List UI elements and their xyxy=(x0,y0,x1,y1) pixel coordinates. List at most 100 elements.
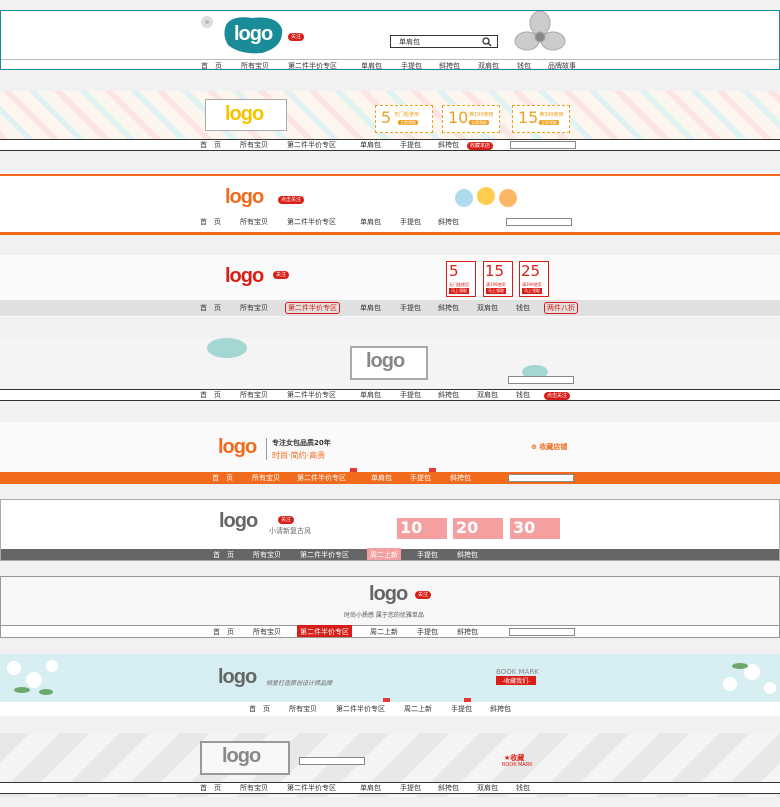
nav-brand-story[interactable]: 品牌故事 xyxy=(548,61,576,70)
nav-half-price[interactable]: 第二件半价专区 xyxy=(297,624,352,637)
nav-wallet[interactable]: 钱包 xyxy=(516,390,530,400)
nav-handbag[interactable]: 手提包 xyxy=(400,217,421,227)
nav-backpack[interactable]: 双肩包 xyxy=(477,783,498,793)
follow-button[interactable]: 关注 xyxy=(415,591,432,599)
nav-handbag[interactable]: 手提包 xyxy=(400,140,421,150)
coupon-3[interactable]: 15 满399使用 立即领取 xyxy=(512,105,570,133)
nav-tuesday-new[interactable]: 周二上新 xyxy=(404,704,432,714)
nav-handbag[interactable]: 手提包 xyxy=(451,704,472,714)
nav-half-price[interactable]: 第二件半价专区 xyxy=(287,217,336,227)
logo[interactable]: logo xyxy=(218,436,257,459)
nav-crossbody[interactable]: 斜挎包 xyxy=(450,473,471,483)
nav-home[interactable]: 首 页 xyxy=(212,473,233,483)
nav-all[interactable]: 所有宝贝 xyxy=(240,303,268,313)
nav-crossbody[interactable]: 斜挎包 xyxy=(438,303,459,313)
logo[interactable]: logo xyxy=(225,186,264,209)
nav-backpack[interactable]: 双肩包 xyxy=(477,390,498,400)
nav-backpack[interactable]: 双肩包 xyxy=(478,61,499,70)
nav-half-price[interactable]: 第二件半价专区 xyxy=(297,473,346,483)
nav-crossbody[interactable]: 斜挎包 xyxy=(457,627,478,637)
logo[interactable]: logo xyxy=(234,23,273,46)
nav-handbag[interactable]: 手提包 xyxy=(400,783,421,793)
nav-crossbody[interactable]: 斜挎包 xyxy=(438,140,459,150)
nav-home[interactable]: 首 页 xyxy=(213,550,234,560)
coupon-btn[interactable]: 立即领取 xyxy=(469,120,489,125)
follow-button[interactable]: 点击关注 xyxy=(278,196,305,204)
nav-wallet[interactable]: 钱包 xyxy=(516,303,530,313)
nav-all[interactable]: 所有宝贝 xyxy=(240,140,268,150)
coupon-1[interactable]: 5 无门槛使用 立即领取 xyxy=(375,105,433,133)
coupon-2[interactable]: 20 xyxy=(453,518,503,539)
nav-home[interactable]: 首 页 xyxy=(200,303,221,313)
nav-home[interactable]: 首 页 xyxy=(200,390,221,400)
search-box[interactable] xyxy=(510,141,576,149)
nav-shoulder-bag[interactable]: 单肩包 xyxy=(360,140,381,150)
nav-half-price[interactable]: 第二件半价专区 xyxy=(287,783,336,793)
nav-home[interactable]: 首 页 xyxy=(200,217,221,227)
nav-backpack[interactable]: 双肩包 xyxy=(477,303,498,313)
coupon-1[interactable]: 5 无门槛使用 马上领取 xyxy=(446,261,476,297)
coupon-btn[interactable]: 立即领取 xyxy=(539,120,559,125)
nav-handbag[interactable]: 手提包 xyxy=(400,390,421,400)
nav-all[interactable]: 所有宝贝 xyxy=(252,473,280,483)
nav-crossbody[interactable]: 斜挎包 xyxy=(438,783,459,793)
nav-home[interactable]: 首 页 xyxy=(200,783,221,793)
nav-two-items-discount[interactable]: 两件八折 xyxy=(544,302,578,314)
nav-all[interactable]: 所有宝贝 xyxy=(240,783,268,793)
coupon-3[interactable]: 25 满399使用 马上领取 xyxy=(519,261,549,297)
nav-home[interactable]: 首 页 xyxy=(249,704,270,714)
nav-handbag[interactable]: 手提包 xyxy=(400,303,421,313)
nav-handbag[interactable]: 手提包 xyxy=(401,61,422,70)
nav-half-price[interactable]: 第二件半价专区 xyxy=(287,390,336,400)
logo[interactable]: logo xyxy=(225,103,264,126)
nav-half-price[interactable]: 第二件半价专区 xyxy=(287,140,336,150)
coupon-btn[interactable]: 马上领取 xyxy=(486,288,506,294)
follow-button[interactable]: 关注 xyxy=(288,33,305,41)
nav-all[interactable]: 所有宝贝 xyxy=(253,550,281,560)
coupon-btn[interactable]: 马上领取 xyxy=(449,288,469,294)
nav-all[interactable]: 所有宝贝 xyxy=(241,61,269,70)
nav-wallet[interactable]: 钱包 xyxy=(517,61,531,70)
nav-shoulder-bag[interactable]: 单肩包 xyxy=(360,303,381,313)
nav-half-price[interactable]: 第二件半价专区 xyxy=(288,61,337,70)
nav-home[interactable]: 首 页 xyxy=(200,140,221,150)
nav-all[interactable]: 所有宝贝 xyxy=(289,704,317,714)
nav-shoulder-bag[interactable]: 单肩包 xyxy=(360,390,381,400)
search-input[interactable]: 单肩包 xyxy=(399,37,420,47)
coupon-2[interactable]: 15 满199使用 马上领取 xyxy=(483,261,513,297)
nav-crossbody[interactable]: 斜挎包 xyxy=(438,217,459,227)
coupon-btn[interactable]: 马上领取 xyxy=(522,288,542,294)
nav-all[interactable]: 所有宝贝 xyxy=(240,390,268,400)
nav-home[interactable]: 首 页 xyxy=(201,61,222,70)
search-box[interactable] xyxy=(299,757,365,765)
nav-crossbody[interactable]: 斜挎包 xyxy=(490,704,511,714)
nav-tuesday-new[interactable]: 周二上新 xyxy=(370,627,398,637)
nav-shoulder-bag[interactable]: 单肩包 xyxy=(371,473,392,483)
nav-handbag[interactable]: 手提包 xyxy=(417,550,438,560)
nav-handbag[interactable]: 手提包 xyxy=(410,473,431,483)
search-box[interactable]: 单肩包 xyxy=(390,35,498,48)
follow-button[interactable]: 关注 xyxy=(273,271,290,279)
bookmark-button[interactable]: -收藏我们- xyxy=(496,676,537,685)
nav-shoulder-bag[interactable]: 单肩包 xyxy=(361,61,382,70)
search-box[interactable] xyxy=(508,474,574,482)
nav-shoulder-bag[interactable]: 单肩包 xyxy=(360,783,381,793)
nav-crossbody[interactable]: 斜挎包 xyxy=(439,61,460,70)
logo[interactable]: logo xyxy=(219,510,258,533)
nav-tuesday-new[interactable]: 周二上新 xyxy=(367,548,401,560)
nav-half-price[interactable]: 第二件半价专区 xyxy=(285,302,340,314)
nav-all[interactable]: 所有宝贝 xyxy=(253,627,281,637)
search-icon[interactable] xyxy=(482,37,492,47)
nav-shoulder-bag[interactable]: 单肩包 xyxy=(360,217,381,227)
logo[interactable]: logo xyxy=(225,265,264,288)
follow-button[interactable]: 点击关注 xyxy=(544,392,571,400)
nav-wallet[interactable]: 钱包 xyxy=(516,783,530,793)
logo[interactable]: logo xyxy=(222,745,261,768)
nav-half-price[interactable]: 第二件半价专区 xyxy=(336,704,385,714)
nav-handbag[interactable]: 手提包 xyxy=(417,627,438,637)
nav-crossbody[interactable]: 斜挎包 xyxy=(457,550,478,560)
coupon-3[interactable]: 30 xyxy=(510,518,560,539)
nav-crossbody[interactable]: 斜挎包 xyxy=(438,390,459,400)
collect-button[interactable]: 收藏本店 xyxy=(467,142,494,150)
logo[interactable]: logo xyxy=(369,583,408,606)
